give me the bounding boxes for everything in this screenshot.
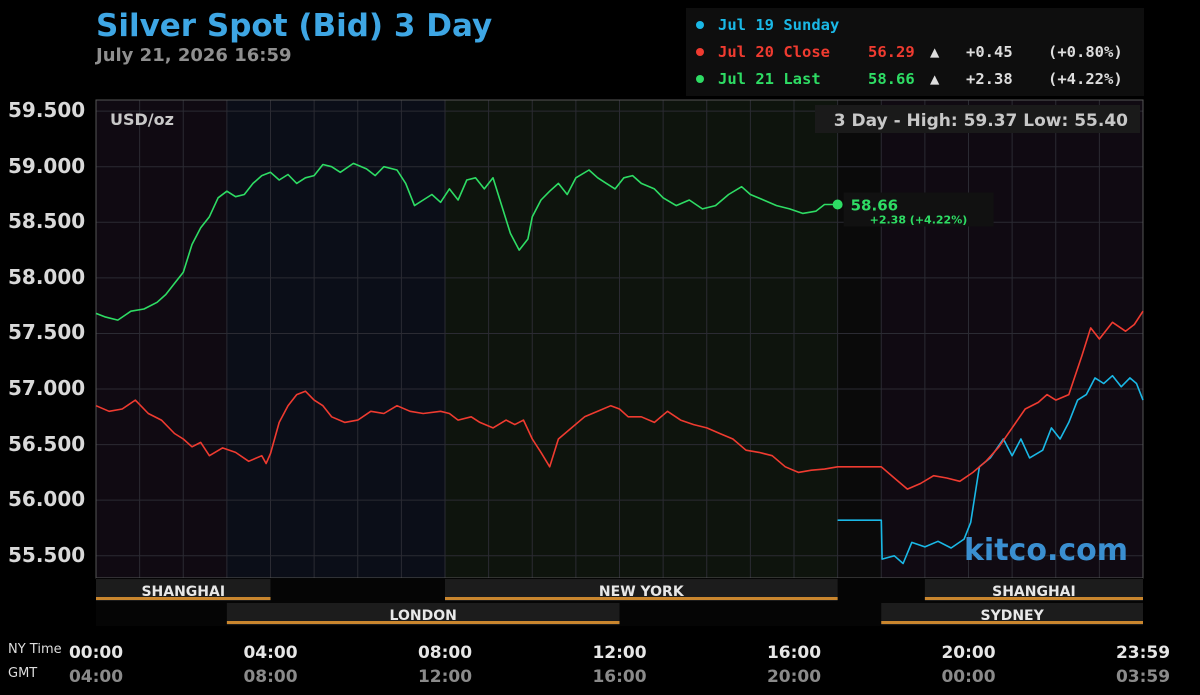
y-tick-label: 58.500 <box>8 209 86 234</box>
x-tick-label-gmt: 03:59 <box>1115 667 1171 687</box>
session-label: SHANGHAI <box>992 584 1076 600</box>
x-axis-gmt-label: GMT <box>8 666 38 681</box>
y-tick-label: 57.000 <box>8 376 86 401</box>
price-chart: USD/oz 3 Day - High: 59.37 Low: 55.40 kitc… <box>95 99 1144 626</box>
session-label: SYDNEY <box>980 608 1044 624</box>
x-tick-label-ny: 16:00 <box>766 643 822 663</box>
x-tick-label-ny: 04:00 <box>243 643 298 663</box>
x-tick-label-ny: 08:00 <box>417 643 473 663</box>
y-tick-label: 56.000 <box>8 487 86 512</box>
session-band <box>96 100 227 578</box>
x-tick-label-gmt: 08:00 <box>243 667 298 687</box>
y-tick-label: 59.500 <box>8 98 86 123</box>
session-label: SHANGHAI <box>141 584 225 600</box>
x-tick-label-gmt: 20:00 <box>766 667 822 687</box>
last-change-label: +2.38 (+4.22%) <box>870 213 968 226</box>
session-band <box>445 100 838 578</box>
x-tick-label-ny: 20:00 <box>941 643 996 663</box>
session-label: NEW YORK <box>599 584 685 600</box>
watermark: kitco.com <box>964 533 1128 568</box>
y-tick-label: 59.000 <box>8 153 86 178</box>
x-tick-label-ny: 12:00 <box>592 643 647 663</box>
last-price-marker <box>832 199 843 210</box>
x-tick-label-ny: 23:59 <box>1115 643 1171 663</box>
x-tick-label-gmt: 16:00 <box>592 667 647 687</box>
y-tick-label: 57.500 <box>8 320 86 345</box>
y-tick-label: 58.000 <box>8 264 86 289</box>
session-band <box>837 100 882 578</box>
x-tick-label-gmt: 04:00 <box>68 667 124 687</box>
last-price-label: 58.66 <box>851 196 898 214</box>
session-label: LONDON <box>390 608 457 624</box>
stats-label: 3 Day - High: 59.37 Low: 55.40 <box>834 111 1128 131</box>
unit-label: USD/oz <box>110 110 174 129</box>
session-band <box>226 100 445 578</box>
x-tick-label-gmt: 00:00 <box>941 667 996 687</box>
y-tick-label: 56.500 <box>8 431 86 456</box>
y-tick-label: 55.500 <box>8 542 86 567</box>
x-tick-label-gmt: 12:00 <box>417 667 473 687</box>
x-axis-ny-label: NY Time <box>8 642 62 657</box>
x-tick-label-ny: 00:00 <box>68 643 124 663</box>
